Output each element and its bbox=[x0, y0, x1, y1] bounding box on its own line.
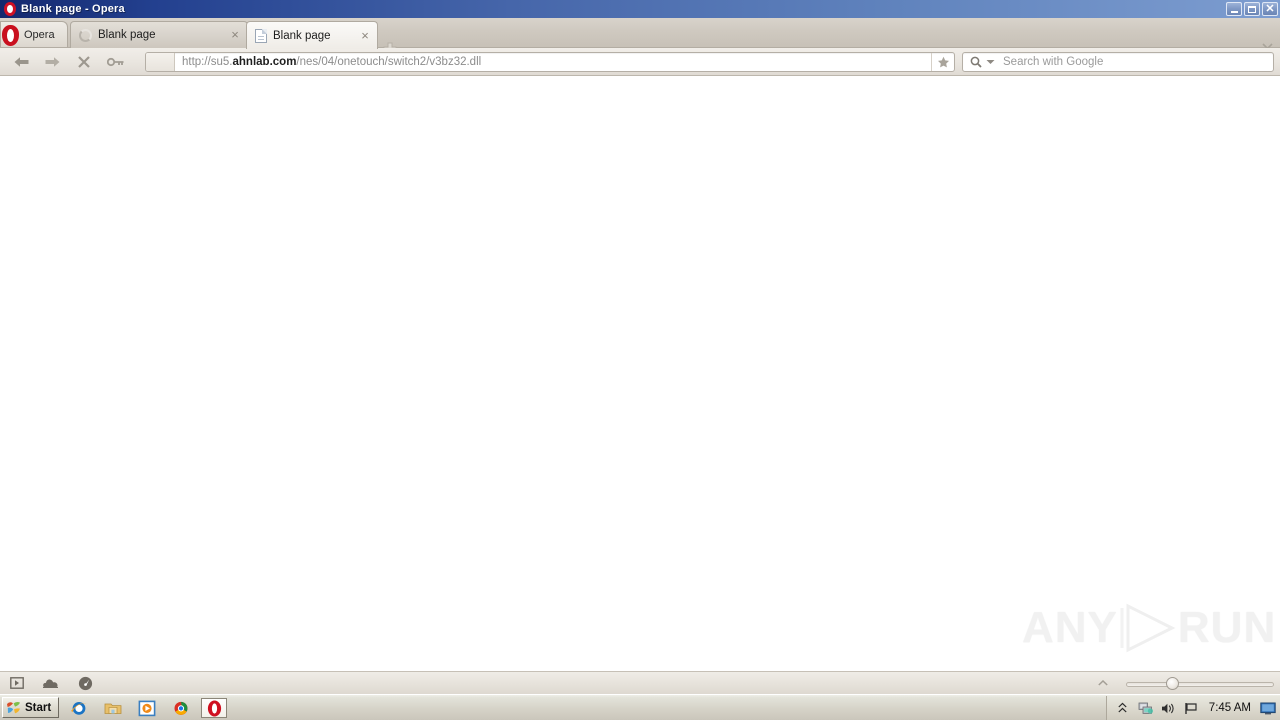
arrow-right-icon bbox=[45, 57, 59, 67]
url-prefix: http://su5. bbox=[182, 56, 233, 68]
url-domain: ahnlab.com bbox=[232, 56, 297, 68]
status-collapse-chevron-up-icon[interactable] bbox=[1097, 678, 1109, 688]
address-url-text: http://su5.ahnlab.com/nes/04/onetouch/sw… bbox=[175, 56, 931, 68]
close-button[interactable]: ✕ bbox=[1262, 2, 1278, 16]
double-chevron-up-icon[interactable] bbox=[1115, 700, 1131, 716]
start-button[interactable]: Start bbox=[2, 697, 60, 718]
windows-taskbar: Start 7:45 AM bbox=[0, 694, 1280, 720]
opera-menu-logo-icon bbox=[2, 24, 19, 46]
wand-icon bbox=[107, 57, 124, 67]
window-controls: ✕ bbox=[1226, 2, 1278, 16]
url-suffix: /nes/04/onetouch/switch2/v3bz32.dll bbox=[296, 56, 482, 68]
address-bar[interactable]: http://su5.ahnlab.com/nes/04/onetouch/sw… bbox=[145, 52, 955, 72]
anyrun-watermark: ANY RUN bbox=[1022, 597, 1275, 659]
tab-close-button[interactable]: × bbox=[358, 29, 372, 43]
monitor-icon[interactable] bbox=[1260, 700, 1276, 716]
forward-button[interactable] bbox=[41, 51, 63, 73]
window-titlebar: Blank page - Opera ✕ bbox=[0, 0, 1280, 18]
search-engine-selector[interactable] bbox=[963, 56, 995, 68]
tab-blank-page-1[interactable]: Blank page × bbox=[70, 21, 248, 48]
page-viewport: ANY RUN bbox=[0, 76, 1280, 671]
minimize-button[interactable] bbox=[1226, 2, 1242, 16]
maximize-restore-button[interactable] bbox=[1244, 2, 1260, 16]
play-triangle-icon bbox=[1120, 602, 1176, 654]
tab-title: Blank page bbox=[273, 29, 331, 42]
wand-password-button[interactable] bbox=[105, 51, 127, 73]
zoom-slider-handle[interactable] bbox=[1166, 677, 1179, 690]
magnifier-icon bbox=[970, 56, 982, 68]
browser-status-bar bbox=[0, 671, 1280, 694]
opera-turbo-cloud-icon[interactable] bbox=[42, 675, 60, 691]
internet-explorer-icon[interactable] bbox=[70, 699, 88, 717]
tab-close-button[interactable]: × bbox=[228, 28, 242, 42]
zoom-slider[interactable] bbox=[1126, 677, 1274, 690]
opera-browser-window: Blank page - Opera ✕ Opera Blank page × … bbox=[0, 0, 1280, 720]
google-chrome-icon[interactable] bbox=[172, 699, 190, 717]
tab-blank-page-2[interactable]: Blank page × bbox=[246, 21, 378, 49]
file-explorer-icon[interactable] bbox=[104, 699, 122, 717]
bookmark-star-icon[interactable] bbox=[931, 53, 954, 71]
speaker-icon[interactable] bbox=[1161, 700, 1177, 716]
zoom-slider-track[interactable] bbox=[1126, 682, 1274, 687]
clock-time[interactable]: 7:45 AM bbox=[1207, 702, 1253, 714]
address-security-badge[interactable] bbox=[146, 53, 175, 71]
arrow-left-icon bbox=[14, 57, 28, 67]
watermark-left-text: ANY bbox=[1022, 603, 1118, 652]
watermark-right-text: RUN bbox=[1177, 603, 1277, 652]
blank-page-icon bbox=[255, 28, 267, 43]
network-icon[interactable] bbox=[1138, 700, 1154, 716]
search-bar[interactable]: Search with Google bbox=[962, 52, 1274, 72]
tab-title: Blank page bbox=[98, 29, 156, 41]
tab-bar: Opera Blank page × Blank page × bbox=[0, 18, 1280, 56]
system-tray: 7:45 AM bbox=[1105, 696, 1280, 720]
panels-toggle-icon[interactable] bbox=[8, 675, 26, 691]
opera-menu-button[interactable]: Opera bbox=[0, 21, 68, 47]
flag-icon[interactable] bbox=[1184, 700, 1200, 716]
media-player-icon[interactable] bbox=[138, 699, 156, 717]
triangle-down-icon bbox=[986, 60, 995, 64]
opera-taskbar-icon[interactable] bbox=[201, 698, 227, 718]
speed-gauge-icon[interactable] bbox=[76, 675, 94, 691]
opera-logo-icon bbox=[3, 2, 17, 16]
window-title: Blank page - Opera bbox=[21, 3, 125, 15]
close-x-icon bbox=[78, 56, 90, 68]
search-input[interactable]: Search with Google bbox=[995, 56, 1103, 68]
loading-spinner-icon bbox=[79, 28, 92, 42]
windows-flag-icon bbox=[6, 700, 21, 715]
opera-menu-label: Opera bbox=[24, 28, 55, 41]
back-button[interactable] bbox=[10, 51, 32, 73]
start-label: Start bbox=[25, 701, 52, 714]
stop-button[interactable] bbox=[73, 51, 95, 73]
navigation-toolbar: http://su5.ahnlab.com/nes/04/onetouch/sw… bbox=[0, 48, 1280, 76]
